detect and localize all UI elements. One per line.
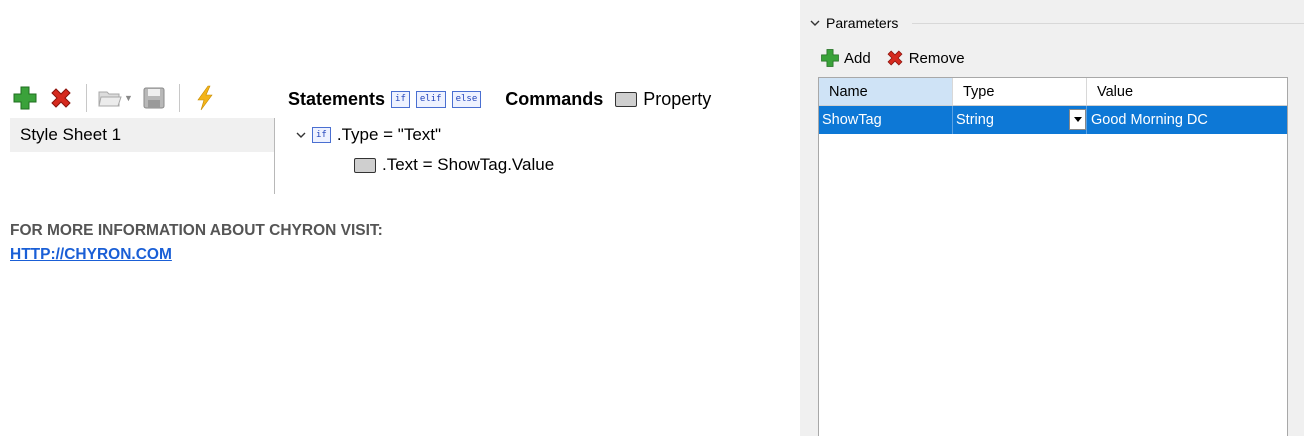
elif-keyword-button[interactable]: elif [415, 90, 446, 108]
commands-label: Commands [505, 88, 604, 109]
tree-row-if[interactable]: if .Type = "Text" [296, 120, 554, 150]
column-header-value[interactable]: Value [1087, 78, 1287, 105]
lightning-icon[interactable] [190, 83, 220, 113]
tree-row-property[interactable]: .Text = ShowTag.Value [296, 150, 554, 180]
grid-header: Name Type Value [819, 78, 1287, 106]
style-sheet-item[interactable]: Style Sheet 1 [10, 118, 274, 152]
parameters-toolbar: Add Remove [820, 46, 975, 70]
info-link[interactable]: HTTP://CHYRON.COM [10, 246, 383, 264]
column-header-name[interactable]: Name [819, 78, 953, 105]
type-value: String [956, 112, 994, 128]
table-row[interactable]: ShowTag String Good Morning DC [819, 106, 1287, 134]
parameters-header[interactable]: Parameters [810, 12, 1304, 34]
toolbar-separator [178, 84, 180, 112]
cell-value[interactable]: Good Morning DC [1087, 106, 1287, 134]
info-block: FOR MORE INFORMATION ABOUT CHYRON VISIT:… [10, 222, 383, 264]
cell-name[interactable]: ShowTag [819, 106, 953, 134]
statements-header: Statements if elif else Commands Propert… [288, 84, 774, 114]
chevron-down-icon[interactable] [810, 18, 820, 28]
property-icon[interactable] [615, 91, 638, 107]
if-condition: .Type = "Text" [336, 125, 442, 144]
if-keyword-button[interactable]: if [391, 90, 410, 108]
parameters-panel: Parameters Add Remove Name Type Value Sh… [800, 0, 1304, 436]
chevron-down-icon[interactable] [296, 130, 306, 140]
statements-label: Statements [288, 88, 386, 109]
property-assignment: .Text = ShowTag.Value [382, 155, 555, 174]
property-button[interactable]: Property [643, 89, 711, 110]
type-dropdown-button[interactable] [1069, 109, 1086, 130]
column-header-type[interactable]: Type [953, 78, 1087, 105]
property-icon [354, 157, 376, 173]
statement-tree: if .Type = "Text" .Text = ShowTag.Value [296, 120, 554, 180]
save-icon[interactable] [139, 83, 169, 113]
editor-toolbar: ▼ [10, 80, 220, 116]
else-keyword-button[interactable]: else [451, 90, 482, 108]
toolbar-separator [86, 84, 87, 112]
remove-icon[interactable] [885, 48, 905, 68]
add-icon[interactable] [820, 48, 840, 68]
if-keyword-icon: if [312, 127, 331, 143]
parameters-grid: Name Type Value ShowTag String Good Morn… [818, 77, 1288, 436]
style-sheet-label: Style Sheet 1 [20, 125, 122, 144]
remove-icon[interactable] [46, 83, 76, 113]
open-icon[interactable]: ▼ [97, 86, 133, 110]
add-icon[interactable] [10, 83, 40, 113]
add-button[interactable]: Add [844, 50, 871, 67]
style-sheet-list: Style Sheet 1 [10, 118, 275, 194]
remove-button[interactable]: Remove [909, 50, 965, 67]
parameters-title: Parameters [826, 15, 899, 31]
info-text: FOR MORE INFORMATION ABOUT CHYRON VISIT: [10, 222, 383, 239]
header-divider [912, 22, 1304, 24]
chevron-down-icon [1073, 117, 1082, 122]
cell-type[interactable]: String [953, 106, 1087, 134]
